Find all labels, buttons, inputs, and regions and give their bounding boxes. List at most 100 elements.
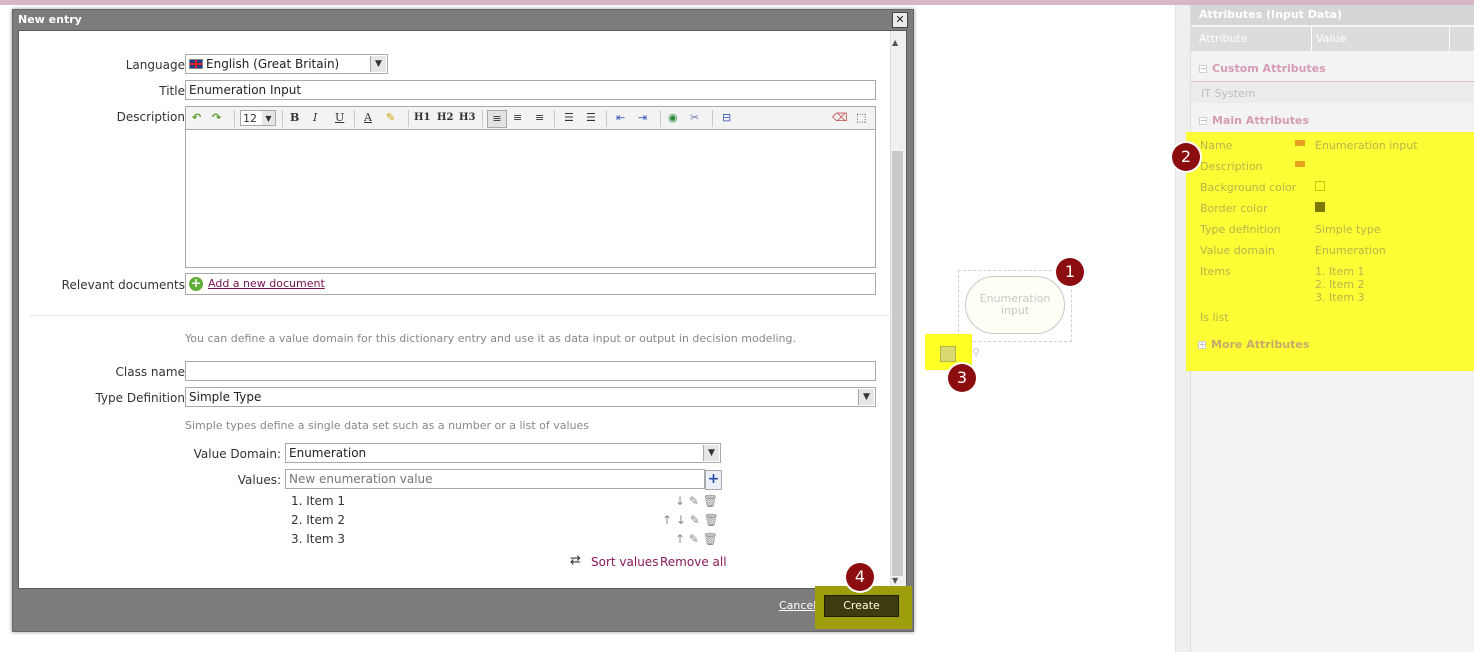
chevron-down-icon[interactable]: ▼ (858, 389, 874, 405)
attribute-row-name[interactable]: Name Enumeration input (1190, 135, 1474, 155)
edit-icon[interactable]: ✎ (689, 532, 699, 546)
item-actions: ↑ ↓ ✎ 🗑 (662, 513, 719, 527)
eraser-icon[interactable]: ⌫ (832, 110, 848, 126)
language-flag-icon (1295, 140, 1305, 146)
font-size-select[interactable]: 12 ▼ (240, 110, 276, 126)
custom-attributes-section[interactable]: − Custom Attributes (1191, 60, 1474, 82)
class-name-label: Class name: (115, 365, 189, 379)
attribute-row-description[interactable]: Description (1190, 156, 1474, 176)
attribute-row-is-list[interactable]: Is list (1190, 307, 1474, 327)
add-value-button[interactable]: + (705, 470, 722, 490)
background-color-swatch[interactable] (1315, 181, 1325, 191)
collapse-icon[interactable]: − (1199, 65, 1207, 73)
undo-icon[interactable]: ↶ (192, 110, 201, 126)
scrollbar-thumb[interactable] (892, 151, 903, 576)
h3-button[interactable]: H3 (459, 110, 475, 126)
attribute-row-items[interactable]: Items 1. Item 1 2. Item 2 3. Item 3 (1190, 261, 1474, 307)
font-color-button[interactable]: A (364, 110, 372, 126)
value-item: 3. Item 3 (291, 532, 346, 546)
edit-icon[interactable]: ✎ (689, 494, 699, 508)
type-definition-label: Type Definition: (95, 391, 189, 405)
step-badge-3: 3 (948, 364, 976, 392)
more-attributes-section[interactable]: + More Attributes (1190, 336, 1474, 354)
close-icon[interactable]: ✕ (892, 12, 908, 28)
value-domain-label: Value Domain: (193, 447, 281, 461)
move-up-icon[interactable]: ↑ (662, 513, 672, 527)
trash-icon[interactable]: 🗑 (704, 513, 719, 527)
add-document-link[interactable]: Add a new document (208, 275, 325, 293)
col-attribute: Attribute (1199, 32, 1248, 45)
value-domain-select[interactable]: Enumeration ▼ (285, 443, 721, 463)
attribute-row-border-color[interactable]: Border color (1190, 198, 1474, 218)
unlink-icon[interactable]: ✂ (690, 110, 699, 126)
description-label: Description: (116, 110, 189, 124)
node-handle-icon[interactable] (940, 346, 956, 362)
collapse-icon[interactable]: − (1199, 117, 1207, 125)
h2-button[interactable]: H2 (437, 110, 453, 126)
attribute-row-type-definition[interactable]: Type definition Simple type (1190, 219, 1474, 239)
chevron-down-icon[interactable]: ▼ (370, 56, 386, 72)
align-left-icon[interactable]: ≡ (487, 110, 507, 128)
move-up-icon[interactable]: ↑ (675, 532, 685, 546)
attribute-row-background-color[interactable]: Background color (1190, 177, 1474, 197)
attribute-row-value-domain[interactable]: Value domain Enumeration (1190, 240, 1474, 260)
dialog-title: New entry (18, 13, 82, 26)
attribute-row[interactable]: IT System (1191, 83, 1474, 103)
move-down-icon[interactable]: ↓ (676, 513, 686, 527)
underline-button[interactable]: U (335, 110, 344, 126)
value-item: 1. Item 1 (291, 494, 346, 508)
bold-button[interactable]: B (290, 110, 299, 126)
ordered-list-icon[interactable]: ☰ (564, 110, 574, 126)
sort-icon[interactable]: ⇄ (570, 553, 581, 568)
divider (29, 315, 889, 316)
border-color-swatch[interactable] (1315, 202, 1325, 212)
spellcheck-icon[interactable]: ✎ (386, 110, 395, 126)
class-name-input[interactable] (185, 361, 876, 381)
dialog-body: Language: English (Great Britain) ▼ Titl… (18, 30, 907, 589)
align-right-icon[interactable]: ≡ (535, 110, 544, 126)
title-label: Title: (159, 84, 189, 98)
add-icon[interactable]: + (189, 277, 203, 291)
cancel-link[interactable]: Cancel (779, 599, 816, 612)
title-input[interactable]: Enumeration Input (185, 80, 876, 100)
trash-icon[interactable]: 🗑 (703, 494, 718, 508)
attribute-key: IT System (1201, 87, 1256, 100)
trash-icon[interactable]: 🗑 (703, 532, 718, 546)
remove-all-link[interactable]: Remove all (660, 555, 727, 569)
input-data-node[interactable]: Enumeration input (965, 276, 1065, 334)
redo-icon[interactable]: ↷ (212, 110, 221, 126)
attributes-table-header: Attribute Value (1191, 27, 1474, 51)
step-badge-4: 4 (846, 563, 874, 591)
language-flag-icon (1295, 161, 1305, 167)
unordered-list-icon[interactable]: ☰ (586, 110, 596, 126)
move-down-icon[interactable]: ↓ (675, 494, 685, 508)
link-icon[interactable]: ◉ (668, 110, 678, 126)
description-editor[interactable] (185, 130, 876, 268)
h1-button[interactable]: H1 (414, 110, 430, 126)
scroll-down-icon[interactable]: ▼ (892, 576, 898, 585)
indent-icon[interactable]: ⇥ (638, 110, 647, 126)
horizontal-rule-icon[interactable]: ⊟ (722, 110, 731, 126)
type-definition-select[interactable]: Simple Type ▼ (185, 387, 876, 407)
wrench-icon[interactable]: ⚲ (972, 346, 980, 359)
chevron-down-icon[interactable]: ▼ (703, 445, 719, 461)
item-actions: ↓ ✎ 🗑 (675, 494, 718, 508)
items-value: 2. Item 2 (1315, 278, 1365, 291)
value-domain-help: You can define a value domain for this d… (185, 332, 797, 345)
source-icon[interactable]: ⬚ (856, 110, 866, 126)
node-label: Enumeration input (979, 292, 1051, 317)
outdent-icon[interactable]: ⇤ (616, 110, 625, 126)
scroll-up-icon[interactable]: ▲ (892, 38, 898, 47)
align-center-icon[interactable]: ≡ (513, 110, 522, 126)
main-attributes-section[interactable]: − Main Attributes (1191, 112, 1474, 134)
step-badge-2: 2 (1172, 143, 1200, 171)
new-value-input[interactable] (285, 469, 705, 489)
language-select[interactable]: English (Great Britain) ▼ (185, 54, 388, 74)
expand-icon[interactable]: + (1198, 341, 1206, 349)
sort-values-link[interactable]: Sort values (591, 555, 658, 569)
italic-button[interactable]: I (313, 110, 317, 126)
edit-icon[interactable]: ✎ (690, 513, 700, 527)
create-button[interactable]: Create (824, 595, 899, 617)
step-badge-1: 1 (1056, 258, 1084, 286)
new-entry-dialog: New entry ✕ Language: English (Great Bri… (12, 9, 914, 632)
